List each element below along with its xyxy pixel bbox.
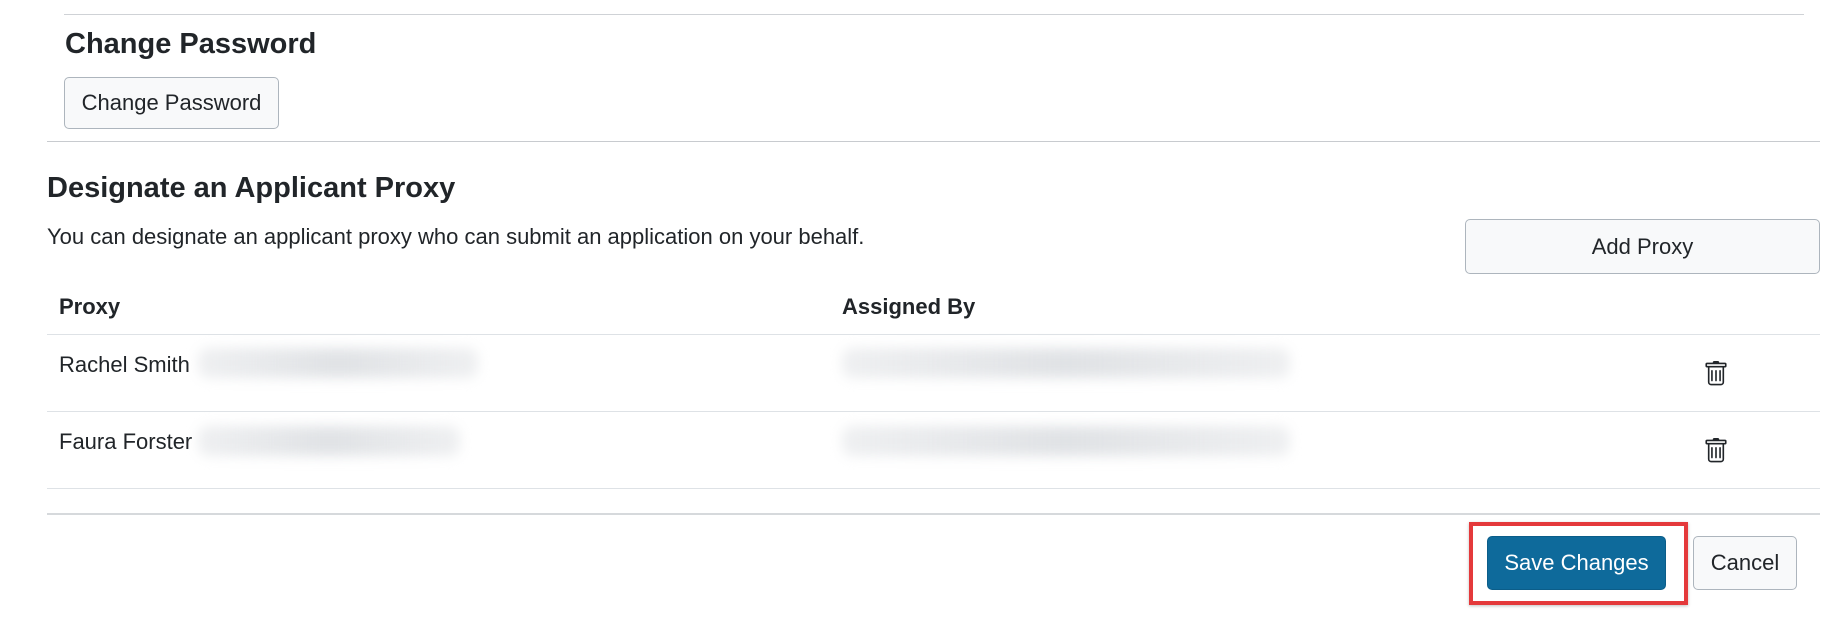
change-password-heading: Change Password (65, 28, 317, 60)
cancel-button[interactable]: Cancel (1693, 536, 1797, 590)
proxy-description: You can designate an applicant proxy who… (47, 224, 865, 249)
redacted-assigned-by (842, 348, 1290, 378)
trash-icon[interactable] (1703, 360, 1729, 388)
column-header-assigned-by: Assigned By (842, 294, 976, 319)
row-divider (47, 488, 1820, 489)
account-settings-page: Change Password Change Password Designat… (0, 0, 1836, 632)
proxy-section-heading: Designate an Applicant Proxy (47, 172, 456, 204)
add-proxy-button[interactable]: Add Proxy (1465, 219, 1820, 274)
table-header-divider (47, 334, 1820, 335)
proxy-name: Faura Forster (59, 429, 193, 454)
redacted-proxy-email (198, 348, 478, 378)
section-divider (47, 141, 1820, 142)
footer-divider (47, 513, 1820, 515)
column-header-proxy: Proxy (59, 294, 121, 319)
trash-icon[interactable] (1703, 437, 1729, 465)
top-divider (64, 14, 1804, 15)
redacted-assigned-by (842, 426, 1290, 456)
save-changes-button[interactable]: Save Changes (1487, 536, 1666, 590)
change-password-button[interactable]: Change Password (64, 77, 279, 129)
proxy-name: Rachel Smith (59, 352, 190, 377)
redacted-proxy-email (198, 426, 460, 456)
row-divider (47, 411, 1820, 412)
